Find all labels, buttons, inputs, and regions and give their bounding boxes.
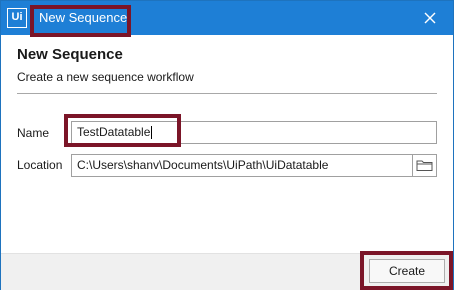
create-highlight-box [360,251,453,290]
dialog-subtitle: Create a new sequence workflow [17,70,194,84]
location-label: Location [17,158,63,172]
dialog-heading: New Sequence [17,46,123,63]
folder-icon [416,160,433,171]
close-icon [424,12,436,24]
title-highlight-box [30,5,131,37]
name-highlight-box [64,114,181,147]
new-sequence-dialog: Ui New Sequence New Sequence Create a ne… [0,0,454,290]
uipath-app-icon: Ui [7,8,27,28]
divider [17,93,437,94]
location-input-value: C:\Users\shanv\Documents\UiPath\UiDatata… [77,158,329,172]
close-button[interactable] [419,7,441,29]
browse-folder-button[interactable] [412,154,437,177]
location-input[interactable]: C:\Users\shanv\Documents\UiPath\UiDatata… [71,154,413,177]
name-label: Name [17,126,50,140]
